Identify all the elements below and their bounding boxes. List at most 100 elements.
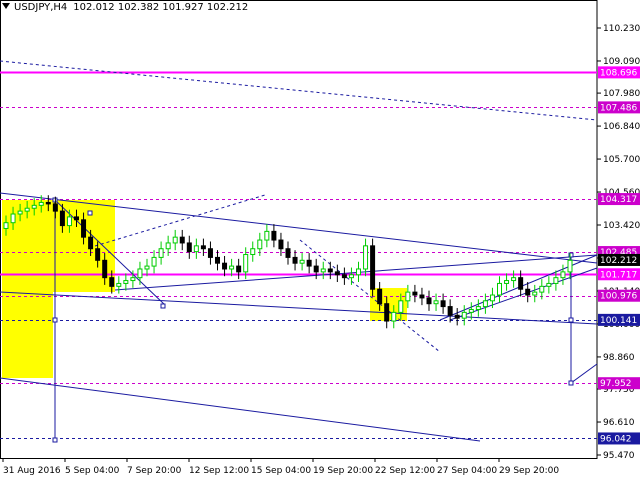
candle: [278, 239, 284, 250]
candle: [95, 248, 101, 261]
time-tick-label: 29 Sep 20:00: [499, 466, 559, 476]
time-tick-label: 12 Sep 12:00: [189, 466, 249, 476]
anchor-point[interactable]: [87, 210, 93, 216]
price-tag-label: 96.042: [600, 434, 632, 444]
candle: [377, 288, 383, 305]
candle: [454, 314, 460, 319]
price-tick-label: 106.840: [603, 122, 640, 132]
price-tag-label: 97.952: [600, 379, 632, 389]
candle: [193, 245, 199, 253]
candle: [560, 271, 566, 279]
candle: [151, 256, 157, 267]
trend-line: [0, 291, 598, 325]
anchor-point[interactable]: [568, 317, 574, 323]
anchor-point[interactable]: [52, 317, 58, 323]
candle: [525, 288, 531, 296]
time-tick-label: 5 Sep 04:00: [65, 466, 120, 476]
candle: [412, 291, 418, 296]
candle: [440, 300, 446, 308]
price-tick-label: 109.090: [603, 57, 640, 67]
price-tag-label: 101.717: [600, 270, 637, 280]
candle: [384, 303, 390, 322]
candle: [271, 230, 277, 241]
price-tag-label: 107.486: [600, 103, 637, 113]
candle: [165, 242, 171, 250]
time-tick-label: 27 Sep 04:00: [437, 466, 497, 476]
candle: [243, 254, 249, 273]
dropdown-triangle-icon[interactable]: [2, 3, 10, 9]
candle: [123, 280, 129, 284]
price-tick-label: 98.860: [603, 353, 635, 363]
candle: [532, 291, 538, 296]
candle: [200, 245, 206, 250]
candle: [144, 265, 150, 270]
candle: [391, 311, 397, 322]
price-tag-label: 100.141: [600, 316, 637, 326]
candle: [88, 236, 94, 250]
candle: [229, 265, 235, 270]
candle: [461, 311, 467, 319]
time-tick-label: 7 Sep 20:00: [127, 466, 182, 476]
chart-header: USDJPY,H4 102.012 102.382 101.927 102.212: [2, 2, 248, 13]
time-tick-label: 22 Sep 12:00: [375, 466, 435, 476]
trend-line: [0, 377, 481, 442]
candle: [109, 277, 115, 287]
candle: [81, 219, 87, 238]
anchor-point[interactable]: [52, 437, 58, 443]
candle: [215, 256, 220, 264]
candle: [327, 268, 333, 273]
candle: [475, 306, 481, 310]
price-chart[interactable]: 110.230109.090107.980106.840105.700104.5…: [0, 0, 640, 480]
candle: [447, 306, 453, 316]
candle: [567, 259, 573, 273]
candle: [172, 236, 178, 244]
candle: [102, 259, 108, 279]
candle: [74, 216, 79, 221]
candle: [313, 265, 319, 273]
candle: [66, 216, 72, 227]
candle: [179, 236, 185, 244]
price-tick-label: 95.470: [603, 451, 635, 461]
candle: [419, 294, 425, 299]
candle: [264, 230, 270, 241]
anchor-point[interactable]: [568, 380, 574, 386]
candle: [497, 282, 502, 296]
candle: [482, 300, 488, 308]
candle: [257, 239, 263, 250]
candle: [292, 256, 298, 264]
candle: [341, 274, 347, 279]
candle: [59, 210, 65, 227]
candle: [24, 207, 30, 212]
price-tick-label: 105.700: [603, 155, 640, 165]
candle: [38, 201, 44, 206]
candle: [348, 274, 354, 279]
current-price-label: 102.212: [600, 256, 637, 266]
target-zone: [2, 292, 53, 378]
candle: [236, 265, 242, 273]
price-tag-label: 108.696: [600, 68, 637, 78]
price-tick-label: 110.230: [603, 24, 640, 34]
candle: [363, 245, 369, 270]
candle: [511, 277, 517, 282]
candle: [45, 201, 51, 205]
candle: [137, 268, 143, 279]
candle: [3, 222, 9, 229]
candle: [553, 277, 559, 284]
candle: [306, 259, 312, 267]
time-tick-label: 15 Sep 04:00: [251, 466, 311, 476]
trend-line: [0, 60, 598, 121]
candle: [130, 277, 136, 282]
anchor-point[interactable]: [160, 303, 166, 309]
candle: [518, 277, 524, 290]
price-tick-label: 103.420: [603, 221, 640, 231]
candle: [186, 242, 192, 253]
candle: [539, 285, 545, 293]
candle: [320, 268, 326, 273]
candle: [546, 282, 552, 287]
time-tick-label: 31 Aug 2016: [3, 466, 61, 476]
time-tick-label: 19 Sep 20:00: [313, 466, 373, 476]
candle: [356, 268, 361, 276]
candle: [207, 248, 213, 258]
candle: [433, 300, 439, 305]
candle: [468, 308, 474, 313]
